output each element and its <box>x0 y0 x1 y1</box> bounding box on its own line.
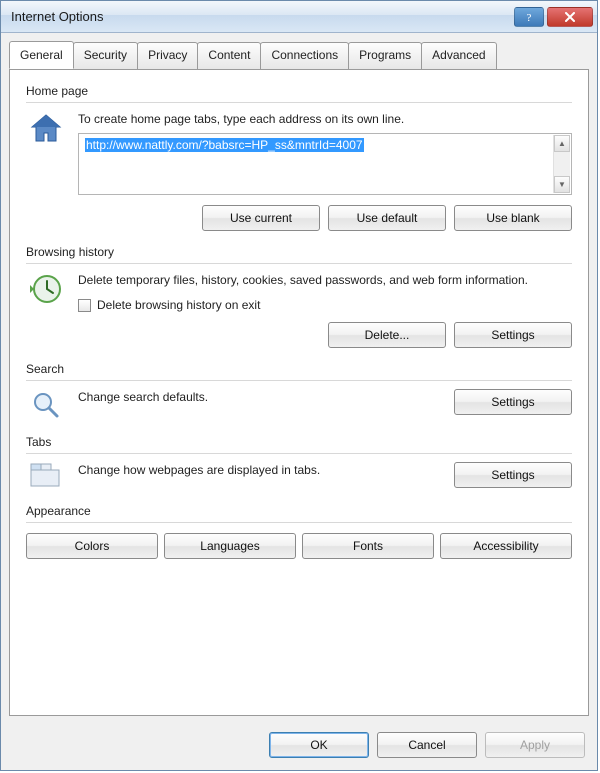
tab-content[interactable]: Content <box>197 42 261 70</box>
delete-on-exit-checkbox[interactable] <box>78 299 91 312</box>
delete-on-exit-row[interactable]: Delete browsing history on exit <box>78 298 572 312</box>
svg-text:?: ? <box>527 12 532 23</box>
search-desc: Change search defaults. <box>78 389 442 405</box>
accessibility-button[interactable]: Accessibility <box>440 533 572 559</box>
history-desc: Delete temporary files, history, cookies… <box>78 272 572 288</box>
scroll-down-icon[interactable]: ▼ <box>554 176 570 193</box>
cancel-button[interactable]: Cancel <box>377 732 477 758</box>
divider <box>26 102 572 103</box>
languages-button[interactable]: Languages <box>164 533 296 559</box>
home-icon <box>26 111 66 195</box>
use-blank-button[interactable]: Use blank <box>454 205 572 231</box>
window-title: Internet Options <box>11 9 514 24</box>
tabs-settings-button[interactable]: Settings <box>454 462 572 488</box>
scroll-up-icon[interactable]: ▲ <box>554 135 570 152</box>
history-settings-button[interactable]: Settings <box>454 322 572 348</box>
use-default-button[interactable]: Use default <box>328 205 446 231</box>
divider <box>26 380 572 381</box>
homepage-desc: To create home page tabs, type each addr… <box>78 111 572 127</box>
scrollbar[interactable]: ▲ ▼ <box>553 135 570 193</box>
tabs-icon <box>26 462 66 490</box>
tab-connections[interactable]: Connections <box>260 42 349 70</box>
window-buttons: ? <box>514 7 593 27</box>
ok-button[interactable]: OK <box>269 732 369 758</box>
fonts-button[interactable]: Fonts <box>302 533 434 559</box>
close-button[interactable] <box>547 7 593 27</box>
divider <box>26 453 572 454</box>
general-panel: Home page To create home page tabs, type… <box>9 69 589 716</box>
divider <box>26 263 572 264</box>
search-label: Search <box>26 362 572 376</box>
search-icon <box>26 389 66 421</box>
tab-security[interactable]: Security <box>73 42 138 70</box>
tabs-group: Tabs Change how webpages are displayed i… <box>26 435 572 490</box>
delete-history-button[interactable]: Delete... <box>328 322 446 348</box>
history-label: Browsing history <box>26 245 572 259</box>
appearance-group: Appearance Colors Languages Fonts Access… <box>26 504 572 559</box>
tab-programs[interactable]: Programs <box>348 42 422 70</box>
colors-button[interactable]: Colors <box>26 533 158 559</box>
homepage-url-input[interactable]: http://www.nattly.com/?babsrc=HP_ss&mntr… <box>78 133 572 195</box>
use-current-button[interactable]: Use current <box>202 205 320 231</box>
search-group: Search Change search defaults. Settings <box>26 362 572 421</box>
dialog-button-row: OK Cancel Apply <box>1 724 597 770</box>
homepage-label: Home page <box>26 84 572 98</box>
appearance-label: Appearance <box>26 504 572 518</box>
divider <box>26 522 572 523</box>
history-icon <box>26 272 66 312</box>
homepage-group: Home page To create home page tabs, type… <box>26 84 572 231</box>
tabs-desc: Change how webpages are displayed in tab… <box>78 462 442 478</box>
tab-strip: General Security Privacy Content Connect… <box>1 33 597 69</box>
titlebar: Internet Options ? <box>1 1 597 33</box>
tabs-label: Tabs <box>26 435 572 449</box>
apply-button[interactable]: Apply <box>485 732 585 758</box>
help-button[interactable]: ? <box>514 7 544 27</box>
delete-on-exit-label: Delete browsing history on exit <box>97 298 260 312</box>
history-group: Browsing history Delete temporary files,… <box>26 245 572 348</box>
tab-privacy[interactable]: Privacy <box>137 42 198 70</box>
tab-general[interactable]: General <box>9 41 74 69</box>
internet-options-dialog: Internet Options ? General Security Priv… <box>0 0 598 771</box>
search-settings-button[interactable]: Settings <box>454 389 572 415</box>
tab-advanced[interactable]: Advanced <box>421 42 496 70</box>
homepage-url-text: http://www.nattly.com/?babsrc=HP_ss&mntr… <box>85 138 364 152</box>
